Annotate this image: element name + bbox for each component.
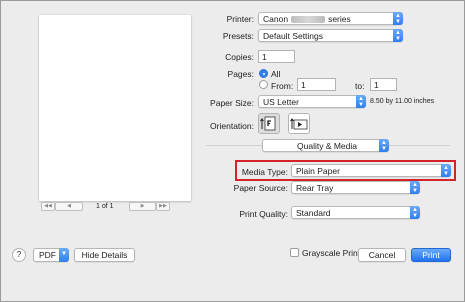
redacted-name bbox=[291, 16, 326, 23]
section-value: Quality & Media bbox=[297, 141, 357, 151]
pdf-label: PDF bbox=[39, 250, 56, 260]
print-quality-select[interactable]: Standard ▲ ▼ bbox=[291, 206, 420, 219]
chevron-updown-icon: ▲ ▼ bbox=[379, 139, 389, 152]
pages-from-value: 1 bbox=[301, 80, 306, 90]
paper-size-select[interactable]: US Letter ▲ ▼ bbox=[258, 95, 366, 108]
paper-size-value: US Letter bbox=[263, 97, 299, 107]
page-indicator: 1 of 1 bbox=[96, 203, 114, 210]
page-preview bbox=[39, 15, 191, 201]
pages-to-field[interactable]: 1 bbox=[370, 78, 397, 91]
print-quality-value: Standard bbox=[296, 208, 331, 218]
copies-label: Copies: bbox=[225, 52, 254, 62]
next-page-button[interactable]: ▶ bbox=[129, 202, 156, 211]
presets-value: Default Settings bbox=[263, 31, 324, 41]
paper-size-label: Paper Size: bbox=[210, 98, 254, 108]
orientation-label: Orientation: bbox=[210, 121, 254, 131]
chevron-updown-icon: ▲ ▼ bbox=[393, 29, 403, 42]
paper-source-value: Rear Tray bbox=[296, 183, 334, 193]
paper-source-label: Paper Source: bbox=[233, 183, 288, 193]
print-quality-label: Print Quality: bbox=[239, 209, 288, 219]
question-icon: ? bbox=[16, 250, 22, 259]
chevron-updown-icon: ▲ ▼ bbox=[393, 12, 403, 25]
printer-name-prefix: Canon bbox=[263, 14, 289, 24]
pages-to-label: to: bbox=[355, 81, 365, 91]
chevron-updown-icon: ▲ ▼ bbox=[410, 206, 420, 219]
pages-from-label: From: bbox=[271, 81, 294, 91]
pages-from-radio[interactable] bbox=[259, 80, 268, 89]
hide-details-button[interactable]: Hide Details bbox=[74, 248, 135, 262]
media-type-label: Media Type: bbox=[241, 167, 288, 177]
copies-value: 1 bbox=[262, 52, 267, 62]
previous-page-icon: ◀ bbox=[67, 203, 71, 209]
chevron-updown-icon: ▲ ▼ bbox=[441, 164, 451, 177]
chevron-updown-icon: ▲ ▼ bbox=[410, 181, 420, 194]
printer-label: Printer: bbox=[226, 14, 254, 24]
presets-select[interactable]: Default Settings ▲ ▼ bbox=[258, 29, 403, 42]
print-button[interactable]: Print bbox=[411, 248, 451, 262]
cancel-button[interactable]: Cancel bbox=[358, 248, 406, 262]
printer-name-suffix: series bbox=[328, 14, 351, 24]
landscape-icon bbox=[290, 118, 308, 130]
copies-field[interactable]: 1 bbox=[258, 50, 295, 63]
portrait-button[interactable] bbox=[258, 113, 280, 134]
pages-from-field[interactable]: 1 bbox=[297, 78, 336, 91]
grayscale-checkbox[interactable] bbox=[290, 248, 299, 257]
chevron-updown-icon: ▲ ▼ bbox=[356, 95, 366, 108]
chevron-down-icon: ▼ bbox=[59, 248, 69, 262]
portrait-icon bbox=[260, 116, 276, 131]
last-page-button[interactable]: ▶▶ bbox=[156, 202, 170, 211]
presets-label: Presets: bbox=[222, 31, 254, 41]
pages-all-radio[interactable] bbox=[259, 69, 268, 78]
first-page-icon: ◀◀ bbox=[44, 203, 52, 209]
next-page-icon: ▶ bbox=[140, 203, 145, 209]
printer-select[interactable]: Canon series ▲ ▼ bbox=[258, 12, 403, 25]
previous-page-button[interactable]: ◀ bbox=[55, 202, 83, 211]
pages-all-label: All bbox=[271, 69, 281, 79]
paper-size-dimensions: 8.50 by 11.00 inches bbox=[370, 98, 435, 105]
pages-to-value: 1 bbox=[374, 80, 379, 90]
first-page-button[interactable]: ◀◀ bbox=[41, 202, 55, 211]
pages-label: Pages: bbox=[227, 69, 254, 79]
media-type-value: Plain Paper bbox=[296, 166, 340, 176]
landscape-button[interactable] bbox=[288, 113, 310, 134]
help-button[interactable]: ? bbox=[12, 248, 26, 262]
paper-source-select[interactable]: Rear Tray ▲ ▼ bbox=[291, 181, 420, 194]
last-page-icon: ▶▶ bbox=[159, 203, 167, 209]
media-type-select[interactable]: Plain Paper ▲ ▼ bbox=[291, 164, 451, 177]
pdf-menu-button[interactable]: PDF ▼ bbox=[33, 248, 69, 262]
section-select[interactable]: Quality & Media ▲ ▼ bbox=[262, 139, 389, 152]
